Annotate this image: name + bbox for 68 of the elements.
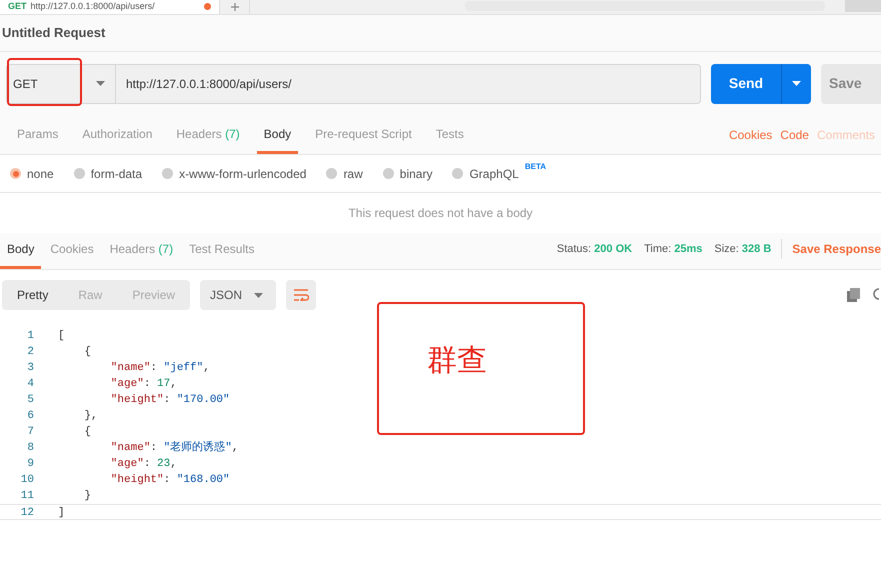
code-line: { [83, 345, 92, 360]
line-number: 4 [26, 377, 35, 392]
line-number: 2 [26, 345, 35, 360]
line-number: 5 [26, 393, 35, 408]
tab[interactable]: Body [256, 125, 298, 154]
format-dropdown[interactable]: JSON [200, 280, 276, 310]
code-line: [ [58, 329, 65, 344]
annotation-text: 群查 [427, 343, 487, 379]
code-line: "age": 17, [110, 377, 177, 392]
body-type-radio[interactable]: binary [382, 164, 432, 182]
caret-icon [254, 292, 264, 298]
code-line: { [83, 425, 92, 440]
line-number: 11 [20, 489, 35, 504]
line-number: 10 [20, 473, 35, 488]
tab[interactable]: Tests [428, 125, 471, 154]
tab[interactable]: Headers (7) [102, 240, 180, 269]
tab-url: http://127.0.0.1:8000/api/users/ [30, 2, 155, 11]
tab[interactable]: Body [0, 240, 42, 269]
url-field[interactable]: http://127.0.0.1:8000/api/users/ [116, 64, 701, 104]
wrap-lines-icon [293, 289, 310, 301]
tab[interactable]: Headers (7) [169, 125, 247, 154]
caret-icon [96, 81, 105, 86]
copy-icon[interactable] [847, 288, 861, 302]
line-number: 6 [26, 409, 35, 424]
response-stat: Time: 25ms [644, 242, 702, 257]
tab[interactable]: Pre-request Script [308, 125, 419, 154]
code-line: }, [83, 409, 98, 424]
search-icon[interactable] [873, 288, 879, 302]
view-mode-tab[interactable]: Pretty [2, 280, 64, 310]
line-number: 1 [26, 329, 35, 344]
send-options-button[interactable] [781, 64, 811, 104]
method-label: GET [8, 2, 27, 11]
header-link[interactable]: Code [780, 126, 809, 144]
line-number: 8 [26, 441, 35, 456]
method-dropdown[interactable]: GET [6, 64, 116, 104]
tab[interactable]: Authorization [75, 125, 160, 154]
body-type-radio[interactable]: x-www-form-urlencoded [162, 164, 306, 182]
view-mode-tab[interactable]: Preview [117, 280, 190, 310]
header-link[interactable]: Cookies [728, 126, 772, 144]
request-title: Untitled Request [2, 24, 106, 42]
wrap-lines-button[interactable] [286, 280, 316, 310]
code-line: } [83, 489, 92, 504]
code-line: "height": "170.00" [110, 393, 230, 408]
code-line: "name": "jeff", [110, 361, 210, 376]
code-line: "name": "老师的诱惑", [110, 440, 238, 456]
body-type-radio[interactable]: raw [326, 164, 363, 182]
response-stat: Size: 328 B [714, 242, 772, 257]
save-response-link[interactable]: Save Response [792, 240, 881, 258]
caret-icon [792, 81, 801, 86]
line-number: 9 [26, 457, 35, 472]
body-type-radio[interactable]: none [10, 164, 54, 182]
save-button[interactable]: Save [821, 64, 881, 104]
tab[interactable]: Cookies [43, 240, 101, 269]
code-line: "age": 23, [110, 457, 177, 472]
tab[interactable]: Test Results [182, 240, 262, 269]
body-type-radio[interactable]: form-data [74, 164, 142, 182]
view-mode-tab[interactable]: Raw [63, 280, 118, 310]
response-stat: Status: 200 OK [556, 242, 632, 257]
send-button[interactable]: Send [711, 64, 781, 104]
request-tab[interactable]: GET http://127.0.0.1:8000/api/users/ [0, 0, 220, 14]
code-line: "height": "168.00" [110, 473, 230, 488]
code-line: ] [58, 506, 65, 519]
line-number: 3 [26, 361, 35, 376]
line-number: 12 [20, 506, 35, 519]
line-number: 7 [26, 425, 35, 440]
empty-body-message: This request does not have a body [348, 205, 533, 222]
body-type-radio[interactable]: GraphQL $^{BETA}$ [452, 164, 546, 182]
tab[interactable]: Params [10, 125, 66, 154]
